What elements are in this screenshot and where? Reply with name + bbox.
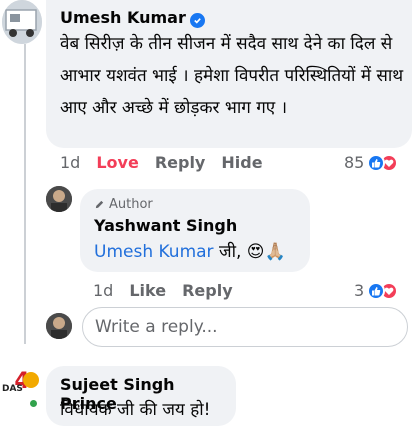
reply-actions: 1d Like Reply: [93, 281, 249, 300]
reaction-count: 85: [344, 153, 365, 172]
reply-button[interactable]: Reply: [182, 281, 233, 300]
comment-bubble: Umesh Kumar वेब सिरीज़ के तीन सीजन में स…: [46, 0, 412, 148]
comment-author[interactable]: Umesh Kumar: [60, 8, 186, 27]
reply-button[interactable]: Reply: [155, 153, 206, 172]
reply-text: Umesh Kumar जी, 😍🙏🏼: [94, 239, 286, 262]
reply-input[interactable]: Write a reply...: [82, 307, 408, 347]
comment-timestamp[interactable]: 1d: [60, 153, 80, 172]
avatar-image: [46, 186, 72, 212]
comment-actions: 1d Love Reply Hide: [60, 153, 279, 172]
current-user-avatar: [46, 313, 72, 339]
avatar-image: [2, 0, 42, 44]
reaction-summary[interactable]: 85: [344, 153, 399, 172]
reply-bubble: Author Yashwant Singh Umesh Kumar जी, 😍🙏…: [80, 189, 310, 272]
avatar-yashwant[interactable]: [46, 186, 72, 212]
comment-text: विधायक जी की जय हो!: [60, 400, 211, 420]
reply-input-placeholder: Write a reply...: [95, 317, 218, 337]
like-button[interactable]: Like: [129, 281, 166, 300]
avatar-umesh[interactable]: [2, 0, 42, 44]
reply-author[interactable]: Yashwant Singh: [94, 216, 237, 235]
mention-link[interactable]: Umesh Kumar: [94, 242, 214, 262]
avatar-text: DAS: [2, 384, 23, 394]
thread-line: [24, 44, 26, 344]
reaction-count: 3: [354, 281, 365, 300]
avatar-sujeet[interactable]: 4 DAS: [2, 368, 42, 409]
love-button[interactable]: Love: [96, 153, 138, 172]
comment-bubble: Sujeet Singh Prince विधायक जी की जय हो!: [46, 366, 236, 426]
like-reaction-icon: [367, 281, 386, 300]
reply-timestamp[interactable]: 1d: [93, 281, 113, 300]
online-status-icon: [28, 398, 39, 409]
hide-button[interactable]: Hide: [221, 153, 262, 172]
reply-text-content: जी, 😍🙏🏼: [213, 242, 286, 262]
pencil-icon: [94, 199, 105, 210]
author-badge-label: Author: [109, 197, 153, 212]
avatar-image: [46, 313, 72, 339]
author-badge: Author: [94, 197, 153, 212]
verified-badge-icon: [189, 13, 205, 28]
reaction-summary[interactable]: 3: [354, 281, 399, 300]
comment-text: वेब सिरीज़ के तीन सीजन में सदैव साथ देने…: [60, 34, 404, 118]
like-reaction-icon: [367, 153, 386, 172]
